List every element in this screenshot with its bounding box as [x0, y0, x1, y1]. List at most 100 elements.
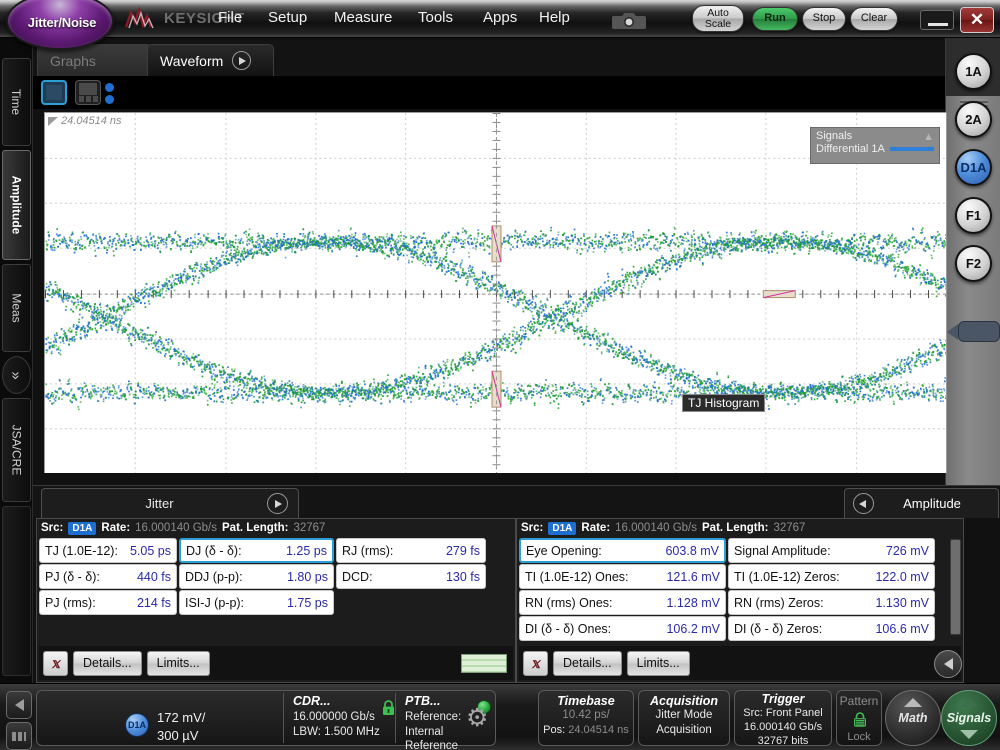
measurement-name: DDJ (p-p):	[185, 570, 243, 584]
amplitude-app-icon[interactable]: 𝕩	[523, 651, 548, 676]
sidebar-item-amplitude[interactable]: Amplitude	[2, 150, 31, 260]
timebase-panel[interactable]: Timebase 10.42 ps/ Pos: 24.04514 ns	[538, 690, 634, 746]
graph-tab-strip: Graphs Waveform	[33, 40, 945, 76]
nav-prev-button[interactable]	[6, 691, 32, 719]
rail-collapse-arrow-icon[interactable]	[947, 324, 958, 340]
pattern-lock-panel[interactable]: Pattern Lock	[836, 690, 882, 746]
tab-amplitude-label: Amplitude	[874, 496, 990, 511]
measurement-cell[interactable]: DCD:130 fs	[336, 564, 486, 589]
jitter-src-badge[interactable]: D1A	[68, 522, 96, 535]
auto-scale-line1: Auto	[707, 8, 729, 19]
measurement-cell[interactable]: DI (δ - δ) Zeros:106.6 mV	[728, 616, 935, 641]
multi-pane-view-icon[interactable]	[75, 80, 101, 105]
amplitude-limits-label: Limits...	[637, 656, 680, 670]
marker-dot-2-icon[interactable]	[105, 95, 114, 104]
sidebar-item-time[interactable]: Time	[2, 58, 31, 146]
measurement-cell[interactable]: TI (1.0E-12) Zeros:122.0 mV	[728, 564, 935, 589]
channel-button-2a-label: 2A	[965, 112, 982, 127]
trigger-panel[interactable]: Trigger Src: Front Panel 16.000140 Gb/s …	[734, 690, 832, 746]
measurement-cell[interactable]: DI (δ - δ) Ones:106.2 mV	[519, 616, 726, 641]
measurement-cell[interactable]: RN (rms) Ones:1.128 mV	[519, 590, 726, 615]
tab-waveform[interactable]: Waveform	[147, 44, 274, 76]
oscilloscope-app: Jitter/Noise KEYSIGHT File Setup Measure…	[0, 0, 1000, 750]
channel-button-1a[interactable]: 1A	[955, 53, 992, 90]
key-glyph-2	[86, 96, 91, 102]
jitter-limits-button[interactable]: Limits...	[147, 651, 210, 676]
measurement-cell[interactable]: TI (1.0E-12) Ones:121.6 mV	[519, 564, 726, 589]
menu-tools[interactable]: Tools	[418, 9, 453, 26]
close-button[interactable]: ✕	[960, 7, 994, 33]
channel-info-panel[interactable]: D1A 172 mV/ 300 µV CDR... 16.000000 Gb/s…	[36, 690, 496, 746]
sidebar-item-jsa-cre[interactable]: JSA/CRE	[2, 398, 31, 502]
measurement-cell[interactable]: ISI-J (p-p):1.75 ps	[179, 590, 334, 615]
measurement-cell[interactable]: TJ (1.0E-12):5.05 ps	[39, 538, 177, 563]
amplitude-limits-button[interactable]: Limits...	[627, 651, 690, 676]
measurement-cell[interactable]: RN (rms) Zeros:1.130 mV	[728, 590, 935, 615]
graph-toolbar	[33, 76, 945, 109]
signals-down-arrow-icon[interactable]	[960, 730, 978, 739]
jitter-app-icon[interactable]: 𝕩	[43, 651, 68, 676]
rail-collapse-tab[interactable]	[958, 321, 1000, 342]
measurement-value: 121.6 mV	[666, 570, 720, 584]
eye-diagram-view-icon[interactable]	[41, 80, 67, 105]
channel-button-1a-label: 1A	[965, 64, 982, 79]
eye-diagram-canvas	[45, 113, 946, 473]
sidebar-item-meas[interactable]: Meas	[2, 264, 31, 352]
measurement-cell[interactable]: DJ (δ - δ):1.25 ps	[179, 538, 334, 563]
measurement-cell[interactable]: Eye Opening:603.8 mV	[519, 538, 726, 563]
tab-jitter[interactable]: Jitter	[41, 488, 299, 518]
stop-button[interactable]: Stop	[802, 7, 846, 31]
amplitude-panel-collapse-arrow-icon[interactable]	[934, 650, 962, 678]
measurement-value: 603.8 mV	[665, 544, 719, 558]
run-button[interactable]: Run	[752, 7, 798, 31]
menu-measure[interactable]: Measure	[334, 9, 392, 26]
legend-entry-swatch	[890, 147, 934, 151]
menu-apps[interactable]: Apps	[483, 9, 517, 26]
channel-button-f1[interactable]: F1	[955, 197, 992, 234]
gear-icon[interactable]: ⚙	[466, 706, 492, 732]
plot-legend[interactable]: Signals Differential 1A ▲	[810, 127, 940, 164]
channel-button-2a[interactable]: 2A	[955, 101, 992, 138]
channel-button-f2-label: F2	[966, 256, 981, 271]
amplitude-details-button[interactable]: Details...	[553, 651, 622, 676]
amplitude-results-panel: Src: D1A Rate: 16.000140 Gb/s Pat. Lengt…	[516, 518, 964, 683]
clear-button[interactable]: Clear	[850, 7, 898, 31]
channel-button-d1a[interactable]: D1A	[955, 149, 992, 186]
measurement-cell[interactable]: Signal Amplitude:726 mV	[728, 538, 935, 563]
acquisition-panel[interactable]: Acquisition Jitter Mode Acquisition	[638, 690, 730, 746]
signals-up-arrow-icon[interactable]	[960, 698, 978, 707]
math-knob[interactable]: Math	[885, 690, 941, 746]
channel-button-f2[interactable]: F2	[955, 245, 992, 282]
nav-grid-button[interactable]	[6, 722, 32, 750]
measurement-cell[interactable]: PJ (rms):214 fs	[39, 590, 177, 615]
padlock-locked-icon	[381, 700, 396, 716]
legend-collapse-chevron-icon[interactable]: ▲	[923, 131, 934, 143]
camera-icon[interactable]	[612, 11, 648, 31]
auto-scale-button[interactable]: Auto Scale	[692, 5, 744, 32]
amplitude-scrollbar-thumb[interactable]	[950, 539, 961, 635]
sidebar-item-blank[interactable]	[2, 506, 31, 676]
math-up-arrow-icon[interactable]	[904, 698, 922, 707]
acquisition-mode: Jitter Mode	[639, 708, 729, 723]
tab-amplitude[interactable]: Amplitude	[844, 488, 999, 518]
measurement-cell[interactable]: PJ (δ - δ):440 fs	[39, 564, 177, 589]
sidebar-expand-chevron-icon[interactable]: »	[2, 356, 31, 394]
jitter-details-button[interactable]: Details...	[73, 651, 142, 676]
minimize-button[interactable]	[920, 10, 954, 30]
menu-help[interactable]: Help	[539, 9, 570, 26]
signals-knob[interactable]: Signals	[941, 690, 997, 746]
eye-diagram-plot[interactable]: 24.04514 ns Signals Differential 1A ▲ TJ…	[44, 112, 947, 473]
bottom-status-bar: D1A 172 mV/ 300 µV CDR... 16.000000 Gb/s…	[0, 683, 1000, 750]
amplitude-src-badge[interactable]: D1A	[548, 522, 576, 535]
menu-file[interactable]: File	[218, 9, 242, 26]
measurement-cell[interactable]: RJ (rms):279 fs	[336, 538, 486, 563]
menu-setup[interactable]: Setup	[268, 9, 307, 26]
marker-dot-1-icon[interactable]	[105, 83, 114, 92]
timebase-pos-value: 24.04514 ns	[568, 724, 629, 736]
jitter-play-icon[interactable]	[267, 493, 288, 514]
waveform-play-icon[interactable]	[232, 51, 251, 70]
measurement-cell[interactable]: DDJ (p-p):1.80 ps	[179, 564, 334, 589]
tj-histogram-annotation[interactable]: TJ Histogram	[682, 394, 765, 412]
measurement-name: TI (1.0E-12) Zeros:	[734, 570, 840, 584]
amplitude-prev-icon[interactable]	[853, 493, 874, 514]
